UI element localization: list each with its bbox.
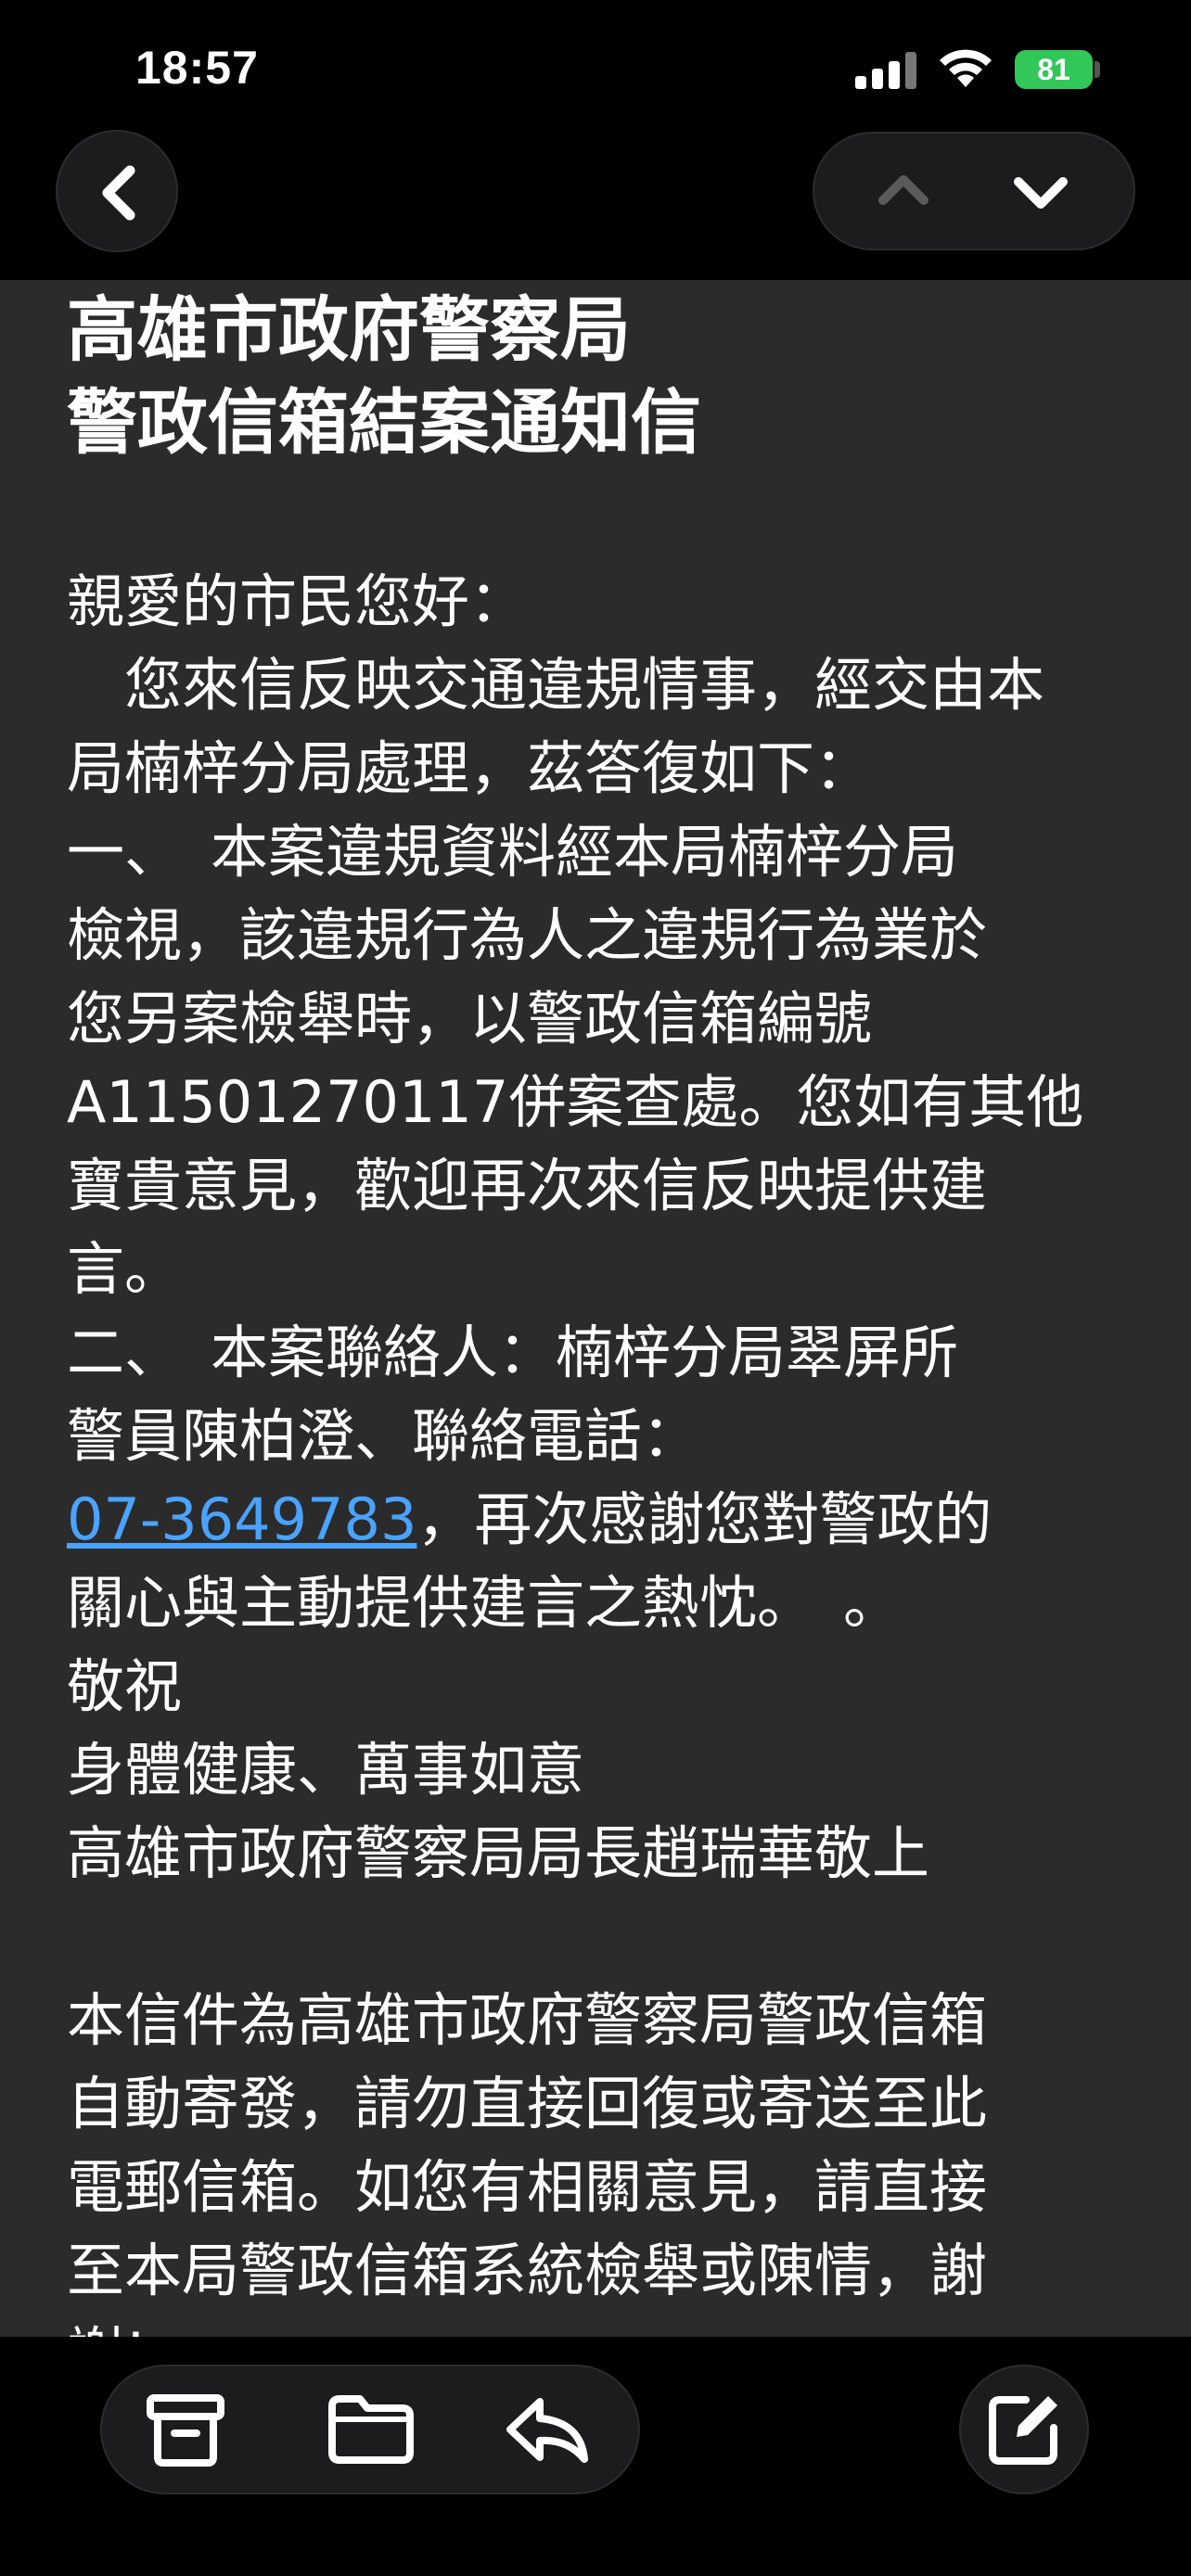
compose-icon xyxy=(989,2396,1057,2465)
body-line: 您來信反映交通違規情事，經交由本 xyxy=(67,651,1045,719)
battery-indicator: 81 xyxy=(1015,50,1093,89)
mail-title-line: 警政信箱結案通知信 xyxy=(67,381,701,464)
message-navigator xyxy=(813,132,1135,250)
reply-button[interactable] xyxy=(492,2366,603,2493)
cellular-signal-icon xyxy=(855,52,920,89)
back-button[interactable] xyxy=(56,130,178,252)
body-text: ，再次感謝您對警政的 xyxy=(416,1486,992,1553)
phone-link[interactable]: 07-3649783 xyxy=(67,1486,416,1553)
body-line: 寶貴意見，歡迎再次來信反映提供建 xyxy=(67,1152,988,1219)
folder-icon xyxy=(328,2395,414,2464)
battery-cap xyxy=(1095,61,1100,78)
body-line: 警員陳柏澄、聯絡電話： xyxy=(67,1402,700,1470)
closing-line: 敬祝 xyxy=(67,1652,183,1720)
body-line: 檢視，該違規行為人之違規行為業於 xyxy=(67,901,988,969)
chevron-down-icon xyxy=(1014,177,1068,209)
chevron-up-icon xyxy=(878,175,928,205)
body-line: 一、 本案違規資料經本局楠梓分局 xyxy=(67,818,959,886)
mail-title-line: 高雄市政府警察局 xyxy=(67,288,631,371)
notice-line: 本信件為高雄市政府警察局警政信箱 xyxy=(67,1986,988,2054)
next-message-button[interactable] xyxy=(985,134,1096,249)
notice-line: 謝! xyxy=(67,2313,1143,2337)
body-line: 言。 xyxy=(67,1235,183,1303)
body-line: A11501270117併案查處。您如有其他 xyxy=(67,1068,1084,1136)
compose-button[interactable] xyxy=(959,2365,1089,2494)
wifi-icon xyxy=(940,49,992,87)
bottom-toolbar xyxy=(0,2337,1191,2576)
battery-level: 81 xyxy=(1037,53,1070,86)
mail-actions xyxy=(100,2365,640,2494)
notice-line: 自動寄發，請勿直接回復或寄送至此 xyxy=(67,2070,988,2137)
notice-line: 至本局警政信箱系統檢舉或陳情，謝 xyxy=(67,2237,988,2304)
mail-content[interactable]: 高雄市政府警察局 警政信箱結案通知信 親愛的市民您好： 您來信反映交通違規情事，… xyxy=(0,280,1191,2337)
closing-line: 身體健康、萬事如意 xyxy=(67,1736,585,1804)
mail-body: 親愛的市民您好： 您來信反映交通違規情事，經交由本 局楠梓分局處理，茲答復如下：… xyxy=(67,560,1143,2337)
body-line: 局楠梓分局處理，茲答復如下： xyxy=(67,734,873,802)
status-bar: 18:57 81 xyxy=(0,0,1191,130)
body-line: 07-3649783，再次感謝您對警政的 xyxy=(67,1478,1143,1562)
reply-icon xyxy=(506,2398,588,2463)
move-to-folder-button[interactable] xyxy=(315,2366,427,2493)
status-time: 18:57 xyxy=(135,42,259,94)
archive-button[interactable] xyxy=(130,2366,241,2493)
body-line: 您另案檢舉時，以警政信箱編號 xyxy=(67,985,873,1052)
body-line: 關心與主動提供建言之熱忱。 。 xyxy=(67,1569,902,1637)
chevron-left-icon xyxy=(102,165,135,221)
signature: 高雄市政府警察局局長趙瑞華敬上 xyxy=(67,1819,930,1887)
previous-message-button[interactable] xyxy=(848,134,959,249)
archive-icon xyxy=(147,2394,224,2467)
notice-line: 電郵信箱。如您有相關意見，請直接 xyxy=(67,2153,988,2221)
mail-title: 高雄市政府警察局 警政信箱結案通知信 xyxy=(67,284,1133,469)
greeting: 親愛的市民您好： xyxy=(67,567,528,635)
body-line: 二、 本案聯絡人：楠梓分局翠屏所 xyxy=(67,1319,959,1386)
